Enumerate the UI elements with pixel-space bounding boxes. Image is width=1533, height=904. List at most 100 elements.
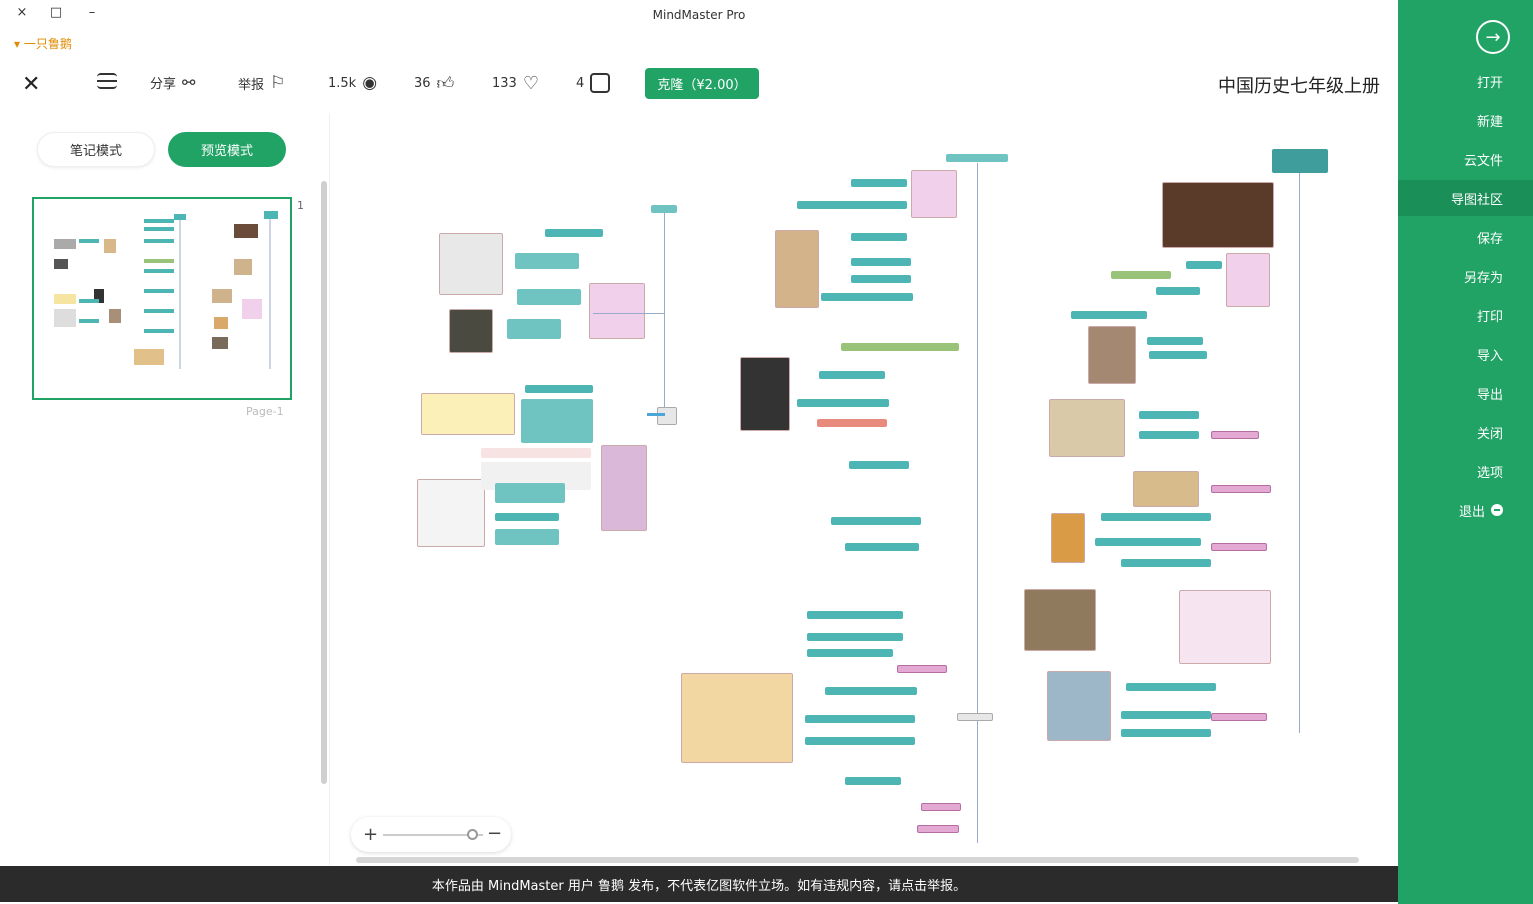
clone-button[interactable]: 克隆（¥2.00）: [645, 68, 759, 99]
footer-notice: 本作品由 MindMaster 用户 鲁鹅 发布，不代表亿图软件立场。如有违规内…: [0, 866, 1398, 902]
scroll-image: [1133, 471, 1199, 507]
branch-node[interactable]: [807, 633, 903, 641]
branch-node[interactable]: [1139, 411, 1199, 419]
back-arrow-icon[interactable]: →: [1476, 20, 1510, 54]
topic-node[interactable]: [1211, 431, 1259, 439]
preview-mode-button[interactable]: 预览模式: [168, 132, 286, 167]
thumbnail-scrollbar[interactable]: [321, 181, 327, 784]
bronze-vessel-image: [449, 309, 493, 353]
gray-node[interactable]: [957, 713, 993, 721]
zoom-out-icon[interactable]: −: [487, 823, 502, 844]
branch-node[interactable]: [1071, 311, 1147, 319]
branch-node[interactable]: [849, 461, 909, 469]
sidebar-item-import[interactable]: 导入: [1398, 336, 1533, 372]
branch-node[interactable]: [1149, 351, 1207, 359]
emperor-image: [911, 170, 957, 218]
branch-node[interactable]: [819, 371, 885, 379]
left-header-node[interactable]: [651, 205, 677, 213]
branch-node[interactable]: [797, 399, 889, 407]
pages-button[interactable]: 4: [576, 73, 611, 93]
sidebar-item-print[interactable]: 打印: [1398, 297, 1533, 333]
branch-node[interactable]: [821, 293, 913, 301]
branch-node[interactable]: [851, 233, 907, 241]
branch-node[interactable]: [825, 687, 917, 695]
branch-node[interactable]: [517, 289, 581, 305]
branch-node[interactable]: [807, 649, 893, 657]
branch-node[interactable]: [845, 543, 919, 551]
hierarchy-image: [681, 673, 793, 763]
mindmap-canvas[interactable]: [331, 113, 1398, 865]
branch-node[interactable]: [1186, 261, 1222, 269]
highlight-node[interactable]: [817, 419, 887, 427]
note-mode-button[interactable]: 笔记模式: [37, 132, 155, 167]
eye-icon: ◉: [362, 73, 378, 93]
sidebar-item-options[interactable]: 选项: [1398, 453, 1533, 489]
branch-node[interactable]: [797, 201, 907, 209]
sidebar-item-save-as[interactable]: 另存为: [1398, 258, 1533, 294]
topic-node[interactable]: [1211, 543, 1267, 551]
branch-node[interactable]: [1121, 729, 1211, 737]
topic-node[interactable]: [897, 665, 947, 673]
page-thumbnail[interactable]: [32, 197, 292, 400]
branch-node[interactable]: [1139, 431, 1199, 439]
zoom-slider-handle[interactable]: [467, 829, 478, 840]
menu-button[interactable]: [97, 73, 117, 89]
branch-node[interactable]: [495, 513, 559, 521]
branch-node[interactable]: [507, 319, 561, 339]
terracotta-image: [775, 230, 819, 308]
branch-node[interactable]: [1121, 711, 1211, 719]
bronze-chart-image: [439, 233, 503, 295]
views-counter: 1.5k ◉: [328, 73, 377, 93]
sidebar-item-community[interactable]: 导图社区: [1398, 180, 1533, 216]
share-label: 分享: [150, 77, 177, 92]
share-button[interactable]: 分享 ⚯: [150, 73, 195, 92]
horizontal-scrollbar[interactable]: [356, 857, 1359, 863]
branch-node[interactable]: [807, 611, 903, 619]
branch-node[interactable]: [805, 737, 915, 745]
branch-node[interactable]: [1147, 337, 1203, 345]
thumbs-up-icon: 👍︎: [436, 74, 455, 94]
branch-node[interactable]: [1095, 538, 1201, 546]
sidebar-item-save[interactable]: 保存: [1398, 219, 1533, 255]
topic-node[interactable]: [921, 803, 961, 811]
sidebar-item-new[interactable]: 新建: [1398, 102, 1533, 138]
table-node[interactable]: [481, 448, 591, 458]
sidebar-item-open[interactable]: 打开: [1398, 63, 1533, 99]
thumbs-up-button[interactable]: 36 👍︎: [414, 73, 454, 94]
branch-node[interactable]: [1126, 683, 1216, 691]
branch-node[interactable]: [805, 715, 915, 723]
branch-node[interactable]: [1101, 513, 1211, 521]
branch-node[interactable]: [841, 343, 959, 351]
branch-node[interactable]: [1111, 271, 1171, 279]
like-button[interactable]: 133 ♡: [492, 73, 539, 94]
branch-node[interactable]: [851, 275, 911, 283]
sidebar-item-exit[interactable]: 退出: [1398, 492, 1533, 528]
branch-node[interactable]: [851, 258, 911, 266]
gray-node[interactable]: [657, 407, 677, 425]
root-node[interactable]: [1272, 149, 1328, 173]
branch-node[interactable]: [495, 529, 559, 545]
user-menu[interactable]: ▾ 一只鲁鹅: [14, 35, 72, 52]
branch-node[interactable]: [851, 179, 907, 187]
sidebar-item-cloud[interactable]: 云文件: [1398, 141, 1533, 177]
topic-node[interactable]: [917, 825, 959, 833]
report-button[interactable]: 举报 ⚐: [238, 73, 285, 93]
branch-node[interactable]: [545, 229, 603, 237]
branch-node[interactable]: [1156, 287, 1200, 295]
branch-node[interactable]: [515, 253, 579, 269]
branch-node[interactable]: [495, 483, 565, 503]
branch-node[interactable]: [525, 385, 593, 393]
exit-label: 退出: [1458, 504, 1485, 520]
topic-node[interactable]: [1211, 713, 1267, 721]
branch-node[interactable]: [831, 517, 921, 525]
close-icon[interactable]: ✕: [22, 72, 40, 97]
sidebar-item-close[interactable]: 关闭: [1398, 414, 1533, 450]
topic-node[interactable]: [1211, 485, 1271, 493]
center-header-node[interactable]: [946, 154, 1008, 162]
branch-node[interactable]: [1121, 559, 1211, 567]
branch-node[interactable]: [845, 777, 901, 785]
sidebar-item-export[interactable]: 导出: [1398, 375, 1533, 411]
branch-node[interactable]: [521, 399, 593, 443]
zoom-in-icon[interactable]: +: [363, 824, 378, 845]
thumbnail-mindmap: [54, 211, 278, 369]
